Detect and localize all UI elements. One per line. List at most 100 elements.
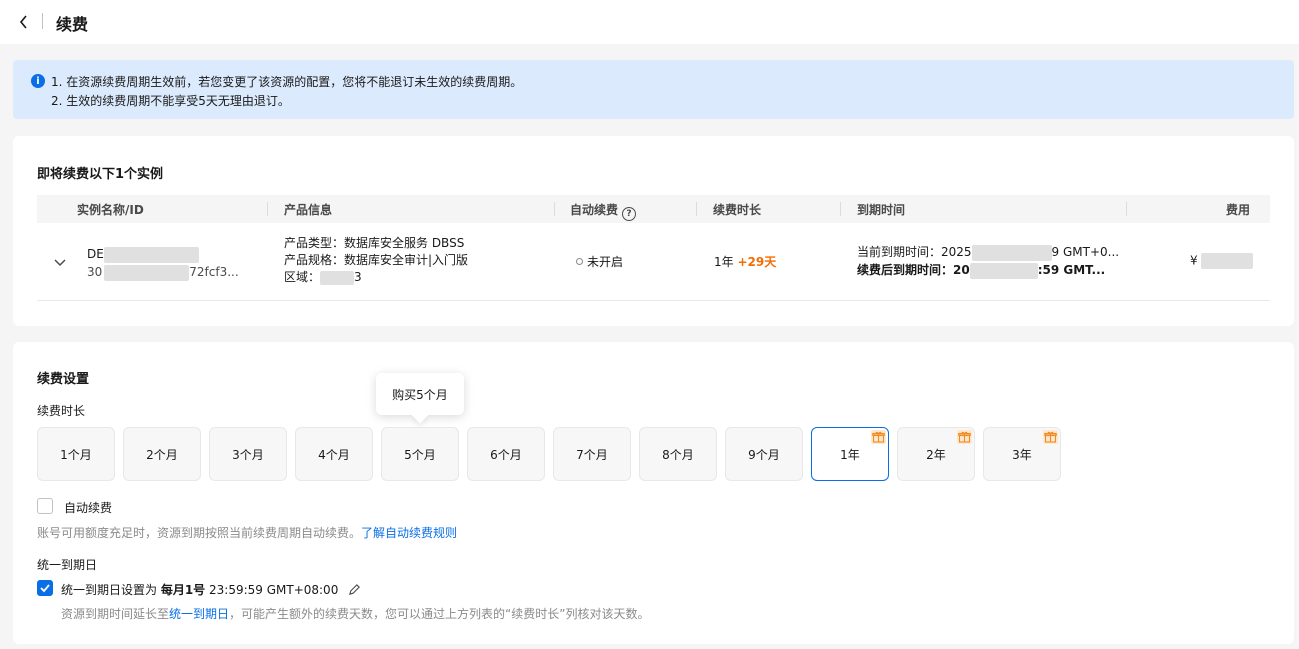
duration-label: 续费时长 xyxy=(37,404,86,418)
duration-option-label: 1年 xyxy=(840,447,860,462)
top-bar: 续费 xyxy=(0,0,1299,44)
instance-cell: DE 30 72fcf3... xyxy=(87,245,239,281)
chevron-down-icon xyxy=(54,259,66,267)
auto-renew-desc-text: 账号可用额度充足时，资源到期按照当前续费周期自动续费。 xyxy=(37,526,362,540)
expire-after: 续费后到期时间：20 :59 GMT... xyxy=(857,261,1119,279)
duration-tooltip: 购买5个月 xyxy=(376,373,464,415)
expand-row-button[interactable] xyxy=(53,255,67,269)
product-region: 区域： 3 xyxy=(284,269,468,286)
col-auto-renew-label: 自动续费 xyxy=(570,203,619,217)
page-title: 续费 xyxy=(56,15,89,34)
duration-option-label: 9个月 xyxy=(748,447,780,462)
back-button[interactable] xyxy=(14,12,34,32)
expire-after-label: 续费后到期时间：20 xyxy=(857,263,970,277)
duration-option-label: 2个月 xyxy=(146,447,178,462)
info-icon: i xyxy=(31,74,45,88)
masked-text xyxy=(103,246,199,263)
unify-time: 23:59:59 GMT+08:00 xyxy=(205,583,339,597)
cost-cell: ¥ xyxy=(1190,253,1253,269)
auto-renew-desc: 账号可用额度充足时，资源到期按照当前续费周期自动续费。了解自动续费规则 xyxy=(37,524,457,541)
title-divider xyxy=(42,13,43,29)
instance-id: 30 72fcf3... xyxy=(87,263,239,281)
auto-renew-rules-link[interactable]: 了解自动续费规则 xyxy=(361,526,457,540)
masked-text xyxy=(104,264,190,281)
masked-text xyxy=(969,262,1038,279)
instance-id-prefix: 30 xyxy=(87,265,103,279)
unify-day: 每月1号 xyxy=(160,583,206,597)
duration-option-label: 5个月 xyxy=(404,447,436,462)
duration-option[interactable]: 2年 xyxy=(897,427,975,481)
instances-title: 即将续费以下1个实例 xyxy=(37,167,164,182)
expire-after-suffix: :59 GMT... xyxy=(1037,263,1106,277)
instances-card: 即将续费以下1个实例 实例名称/ID 产品信息 自动续费? 续费时长 到期时间 … xyxy=(13,136,1294,326)
unify-desc-link[interactable]: 统一到期日 xyxy=(169,607,229,621)
gift-icon xyxy=(1043,430,1058,444)
check-icon xyxy=(40,584,50,593)
duration-option-label: 8个月 xyxy=(662,447,694,462)
duration-option[interactable]: 1个月 xyxy=(37,427,115,481)
unify-prefix: 统一到期日设置为 xyxy=(61,583,161,597)
col-product: 产品信息 xyxy=(284,203,333,217)
notice-banner: i 1. 在资源续费周期生效前，若您变更了该资源的配置，您将不能退订未生效的续费… xyxy=(13,60,1294,119)
col-expire: 到期时间 xyxy=(857,203,906,217)
duration-option[interactable]: 4个月 xyxy=(295,427,373,481)
table-row: DE 30 72fcf3... 产品类型：数据库安全服务 DBSS 产品规格：数据… xyxy=(37,223,1270,301)
auto-renew-checkbox[interactable] xyxy=(37,498,53,514)
duration-option[interactable]: 8个月 xyxy=(639,427,717,481)
unify-desc: 资源到期时间延长至统一到期日，可能产生额外的续费天数，您可以通过上方列表的“续费… xyxy=(61,605,649,622)
edit-icon[interactable] xyxy=(348,583,361,596)
product-cell: 产品类型：数据库安全服务 DBSS 产品规格：数据库安全审计|入门版 区域： 3 xyxy=(284,235,468,286)
duration-bonus: +29天 xyxy=(737,255,777,269)
auto-renew-label: 自动续费 xyxy=(64,501,113,515)
duration-option-label: 6个月 xyxy=(490,447,522,462)
duration-option[interactable]: 7个月 xyxy=(553,427,631,481)
col-divider xyxy=(840,202,841,216)
gift-icon xyxy=(957,430,972,444)
duration-value: 1年 xyxy=(714,255,734,269)
masked-text xyxy=(1200,253,1253,269)
instance-name-prefix: DE xyxy=(87,247,104,261)
col-instance: 实例名称/ID xyxy=(77,203,144,217)
duration-option[interactable]: 6个月 xyxy=(467,427,545,481)
auto-renew-status-text: 未开启 xyxy=(587,255,624,269)
help-icon[interactable]: ? xyxy=(622,207,637,221)
cost-prefix: ¥ xyxy=(1190,253,1198,268)
product-type: 产品类型：数据库安全服务 DBSS xyxy=(284,236,465,250)
expire-current-suffix: 9 GMT+0... xyxy=(1051,245,1120,259)
unify-checkbox[interactable] xyxy=(37,580,53,596)
notice-line-1: 1. 在资源续费周期生效前，若您变更了该资源的配置，您将不能退订未生效的续费周期… xyxy=(51,75,523,89)
duration-option[interactable]: 5个月 xyxy=(381,427,459,481)
auto-renew-status: 未开启 xyxy=(576,253,623,270)
unify-label: 统一到期日 xyxy=(37,558,98,572)
col-duration: 续费时长 xyxy=(713,203,762,217)
chevron-left-icon xyxy=(19,15,27,29)
region-label: 区域： xyxy=(284,270,321,284)
duration-option[interactable]: 9个月 xyxy=(725,427,803,481)
col-divider xyxy=(1126,202,1127,216)
settings-title: 续费设置 xyxy=(37,372,90,387)
status-dot-icon xyxy=(576,258,583,265)
duration-option-label: 4个月 xyxy=(318,447,350,462)
expire-current-label: 当前到期时间：2025 xyxy=(857,245,972,259)
col-divider xyxy=(267,202,268,216)
instance-id-suffix: 72fcf3... xyxy=(189,265,239,279)
notice-line-2: 2. 生效的续费周期不能享受5天无理由退订。 xyxy=(51,94,290,108)
duration-option[interactable]: 2个月 xyxy=(123,427,201,481)
renew-settings-card: 续费设置 续费时长 购买5个月 1个月 2个月 3个月 4个月 5个月 6个月 7个月 8个月… xyxy=(13,342,1294,644)
col-divider xyxy=(554,202,555,216)
expire-cell: 当前到期时间：2025 9 GMT+0... 续费后到期时间：20 :59 GMT.… xyxy=(857,243,1119,279)
col-cost: 费用 xyxy=(1226,203,1251,217)
duration-option[interactable]: 1年 xyxy=(811,427,889,481)
unify-desc-suffix: ，可能产生额外的续费天数，您可以通过上方列表的“续费时长”列核对该天数。 xyxy=(229,607,650,621)
product-spec: 产品规格：数据库安全审计|入门版 xyxy=(284,253,469,267)
duration-option-label: 2年 xyxy=(926,447,946,462)
col-divider xyxy=(696,202,697,216)
duration-option[interactable]: 3个月 xyxy=(209,427,287,481)
masked-text xyxy=(971,244,1052,261)
duration-option[interactable]: 3年 xyxy=(983,427,1061,481)
gift-icon xyxy=(871,430,886,444)
instance-name: DE xyxy=(87,245,239,263)
col-auto-renew: 自动续费? xyxy=(570,201,637,221)
duration-option-label: 3年 xyxy=(1012,447,1032,462)
duration-cell: 1年 +29天 xyxy=(714,253,776,270)
